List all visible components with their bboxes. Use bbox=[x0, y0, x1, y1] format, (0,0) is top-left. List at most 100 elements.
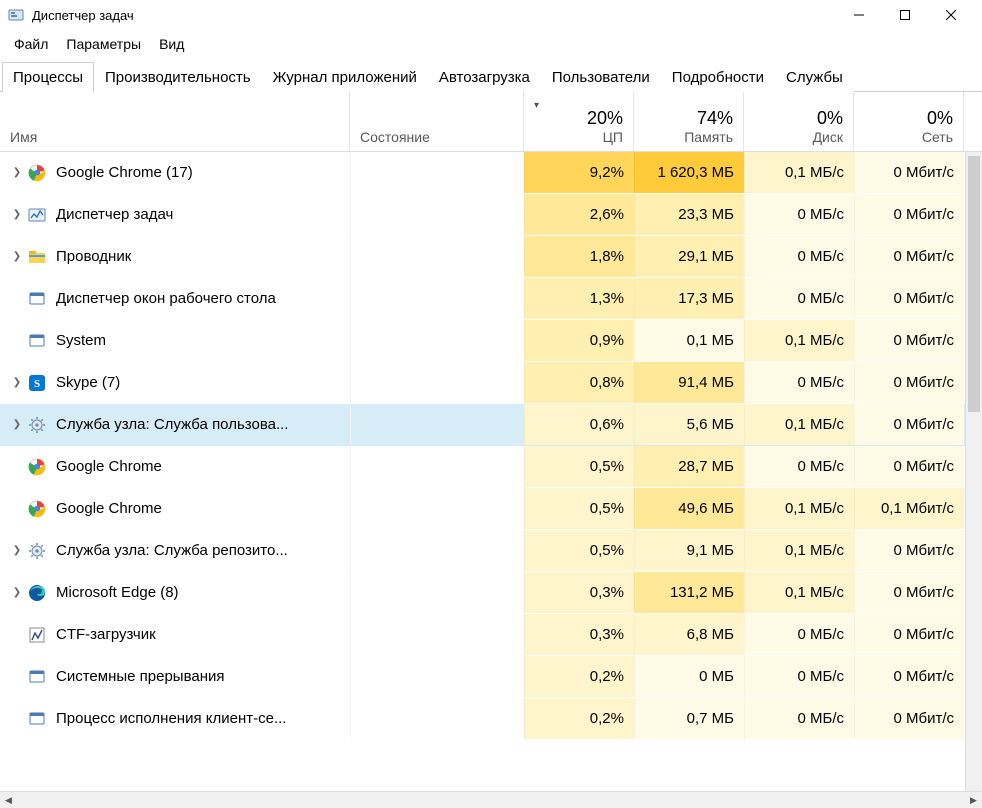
process-icon bbox=[28, 374, 46, 392]
cell-network: 0 Мбит/с bbox=[854, 530, 964, 571]
cell-state bbox=[350, 614, 524, 655]
process-icon bbox=[28, 332, 46, 350]
menu-options[interactable]: Параметры bbox=[58, 32, 149, 56]
cell-memory: 9,1 МБ bbox=[634, 530, 744, 571]
cell-name: System bbox=[0, 320, 350, 361]
process-row[interactable]: Процесс исполнения клиент-се...0,2%0,7 М… bbox=[0, 698, 982, 740]
menu-view[interactable]: Вид bbox=[151, 32, 192, 56]
tab-services[interactable]: Службы bbox=[775, 62, 854, 92]
window-title: Диспетчер задач bbox=[32, 8, 836, 23]
expand-icon[interactable]: ❯ bbox=[10, 166, 24, 180]
tab-app-history[interactable]: Журнал приложений bbox=[262, 62, 428, 92]
col-name[interactable]: Имя bbox=[0, 92, 350, 151]
menubar: Файл Параметры Вид bbox=[0, 30, 982, 61]
horizontal-scrollbar[interactable]: ◀ ▶ bbox=[0, 791, 982, 808]
col-network[interactable]: 0% Сеть bbox=[854, 92, 964, 151]
scrollbar-thumb[interactable] bbox=[968, 156, 980, 412]
tab-body: Имя Состояние ▾ 20% ЦП 74% Память 0% Дис… bbox=[0, 92, 982, 808]
cell-state bbox=[350, 404, 524, 445]
expand-icon bbox=[10, 628, 24, 642]
process-row[interactable]: Google Chrome0,5%49,6 МБ0,1 МБ/с0,1 Мбит… bbox=[0, 488, 982, 530]
app-icon bbox=[8, 7, 24, 23]
cell-cpu: 1,8% bbox=[524, 236, 634, 277]
expand-icon bbox=[10, 460, 24, 474]
close-button[interactable] bbox=[928, 0, 974, 30]
process-name: Google Chrome (17) bbox=[56, 164, 193, 181]
tab-startup[interactable]: Автозагрузка bbox=[428, 62, 541, 92]
cell-memory: 91,4 МБ bbox=[634, 362, 744, 403]
cell-disk: 0 МБ/с bbox=[744, 698, 854, 739]
cell-network: 0 Мбит/с bbox=[854, 614, 964, 655]
process-row[interactable]: ❯Google Chrome (17)9,2%1 620,3 МБ0,1 МБ/… bbox=[0, 152, 982, 194]
col-disk[interactable]: 0% Диск bbox=[744, 92, 854, 151]
cell-disk: 0 МБ/с bbox=[744, 278, 854, 319]
cell-disk: 0,1 МБ/с bbox=[744, 320, 854, 361]
scroll-left-icon[interactable]: ◀ bbox=[0, 792, 17, 808]
tab-users[interactable]: Пользователи bbox=[541, 62, 661, 92]
process-row[interactable]: CTF-загрузчик0,3%6,8 МБ0 МБ/с0 Мбит/с bbox=[0, 614, 982, 656]
process-name: Skype (7) bbox=[56, 374, 120, 391]
process-row[interactable]: ❯Диспетчер задач2,6%23,3 МБ0 МБ/с0 Мбит/… bbox=[0, 194, 982, 236]
cell-name: Диспетчер окон рабочего стола bbox=[0, 278, 350, 319]
cell-cpu: 9,2% bbox=[524, 152, 634, 193]
tab-performance[interactable]: Производительность bbox=[94, 62, 262, 92]
cell-cpu: 0,8% bbox=[524, 362, 634, 403]
cell-network: 0 Мбит/с bbox=[854, 404, 964, 445]
cell-disk: 0 МБ/с bbox=[744, 446, 854, 487]
cell-disk: 0,1 МБ/с bbox=[744, 404, 854, 445]
process-row[interactable]: Диспетчер окон рабочего стола1,3%17,3 МБ… bbox=[0, 278, 982, 320]
process-icon bbox=[28, 626, 46, 644]
process-row[interactable]: ❯Проводник1,8%29,1 МБ0 МБ/с0 Мбит/с bbox=[0, 236, 982, 278]
cell-name: ❯ Google Chrome (17) bbox=[0, 152, 350, 193]
process-name: Проводник bbox=[56, 248, 131, 265]
cell-state bbox=[350, 698, 524, 739]
process-name: Системные прерывания bbox=[56, 668, 225, 685]
cell-name: ❯ Microsoft Edge (8) bbox=[0, 572, 350, 613]
col-memory[interactable]: 74% Память bbox=[634, 92, 744, 151]
process-icon bbox=[28, 416, 46, 434]
process-row[interactable]: ❯Microsoft Edge (8)0,3%131,2 МБ0,1 МБ/с0… bbox=[0, 572, 982, 614]
process-row[interactable]: ❯Служба узла: Служба репозито...0,5%9,1 … bbox=[0, 530, 982, 572]
tab-details[interactable]: Подробности bbox=[661, 62, 775, 92]
expand-icon bbox=[10, 334, 24, 348]
process-row[interactable]: Системные прерывания0,2%0 МБ0 МБ/с0 Мбит… bbox=[0, 656, 982, 698]
scroll-right-icon[interactable]: ▶ bbox=[965, 792, 982, 808]
menu-file[interactable]: Файл bbox=[6, 32, 56, 56]
process-icon bbox=[28, 668, 46, 686]
vertical-scrollbar[interactable] bbox=[965, 152, 982, 791]
cell-network: 0 Мбит/с bbox=[854, 152, 964, 193]
cell-memory: 28,7 МБ bbox=[634, 446, 744, 487]
process-icon bbox=[28, 542, 46, 560]
cell-cpu: 0,5% bbox=[524, 488, 634, 529]
process-row[interactable]: System0,9%0,1 МБ0,1 МБ/с0 Мбит/с bbox=[0, 320, 982, 362]
col-state[interactable]: Состояние bbox=[350, 92, 524, 151]
tab-processes[interactable]: Процессы bbox=[2, 62, 94, 92]
process-name: Диспетчер задач bbox=[56, 206, 173, 223]
expand-icon[interactable]: ❯ bbox=[10, 208, 24, 222]
process-name: Служба узла: Служба репозито... bbox=[56, 542, 288, 559]
expand-icon[interactable]: ❯ bbox=[10, 376, 24, 390]
expand-icon[interactable]: ❯ bbox=[10, 544, 24, 558]
process-rows: ❯Google Chrome (17)9,2%1 620,3 МБ0,1 МБ/… bbox=[0, 152, 982, 791]
process-row[interactable]: ❯Служба узла: Служба пользова...0,6%5,6 … bbox=[0, 404, 982, 446]
cell-disk: 0 МБ/с bbox=[744, 614, 854, 655]
expand-icon[interactable]: ❯ bbox=[10, 418, 24, 432]
maximize-button[interactable] bbox=[882, 0, 928, 30]
process-row[interactable]: Google Chrome0,5%28,7 МБ0 МБ/с0 Мбит/с bbox=[0, 446, 982, 488]
expand-icon[interactable]: ❯ bbox=[10, 250, 24, 264]
expand-icon[interactable]: ❯ bbox=[10, 586, 24, 600]
process-icon bbox=[28, 584, 46, 602]
cell-cpu: 0,6% bbox=[524, 404, 634, 445]
expand-icon bbox=[10, 502, 24, 516]
cell-cpu: 0,3% bbox=[524, 614, 634, 655]
process-row[interactable]: ❯Skype (7)0,8%91,4 МБ0 МБ/с0 Мбит/с bbox=[0, 362, 982, 404]
cell-memory: 0,7 МБ bbox=[634, 698, 744, 739]
col-cpu[interactable]: ▾ 20% ЦП bbox=[524, 92, 634, 151]
cell-state bbox=[350, 488, 524, 529]
cell-network: 0 Мбит/с bbox=[854, 320, 964, 361]
process-name: Microsoft Edge (8) bbox=[56, 584, 179, 601]
minimize-button[interactable] bbox=[836, 0, 882, 30]
process-name: Процесс исполнения клиент-се... bbox=[56, 710, 286, 727]
cell-disk: 0 МБ/с bbox=[744, 236, 854, 277]
process-icon bbox=[28, 290, 46, 308]
